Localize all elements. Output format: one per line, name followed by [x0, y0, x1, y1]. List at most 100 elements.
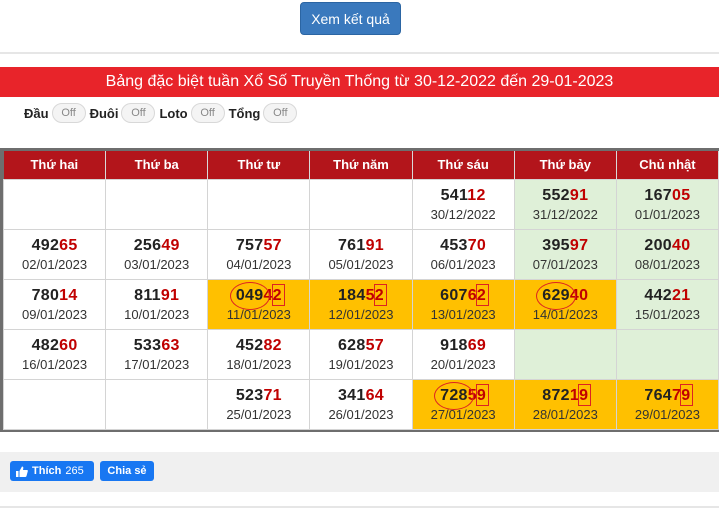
bottom-divider — [0, 506, 719, 508]
result-date: 04/01/2023 — [226, 257, 292, 272]
number-tail: 62 — [467, 287, 487, 304]
result-number: 81191 — [106, 286, 207, 306]
result-cell: 48260 16/01/2023 — [2, 328, 107, 380]
number-wrap: 53363 — [134, 336, 180, 356]
number-tail: 49 — [161, 237, 180, 254]
number-head: 523 — [235, 387, 264, 404]
share-button[interactable]: Chia sẻ — [100, 461, 154, 481]
header-tuesday: Thứ ba — [105, 151, 209, 179]
number-tail: 59 — [467, 387, 487, 404]
result-cell: 75757 04/01/2023 — [207, 228, 311, 280]
thumbs-up-icon — [16, 466, 28, 477]
number-wrap: 52371 — [236, 386, 282, 406]
number-tail: 70 — [467, 237, 487, 254]
header-sunday: Chủ nhật — [616, 151, 719, 179]
result-cell: 81191 10/01/2023 — [105, 278, 209, 330]
result-cell — [105, 378, 209, 430]
result-date: 15/01/2023 — [634, 307, 700, 322]
result-date: 12/01/2023 — [328, 307, 394, 322]
toggle-label-duoi: Đuôi — [89, 105, 119, 121]
result-number: 76479 — [617, 384, 718, 406]
number-head: 811 — [134, 287, 161, 304]
result-number: 48260 — [4, 336, 105, 356]
result-date: 16/01/2023 — [22, 357, 88, 372]
number-head: 452 — [235, 337, 264, 354]
result-number: 16705 — [617, 186, 718, 206]
result-cell: 44221 15/01/2023 — [615, 278, 719, 330]
result-date: 14/01/2023 — [532, 307, 598, 322]
toggle-tong[interactable]: Off — [263, 103, 298, 123]
result-number: 91869 — [413, 336, 514, 356]
table-header-row: Thứ hai Thứ ba Thứ tư Thứ năm Thứ sáu Th… — [3, 151, 719, 179]
number-head: 184 — [337, 287, 366, 304]
toggle-duoi[interactable]: Off — [121, 103, 156, 123]
toggle-label-loto: Loto — [159, 105, 188, 121]
number-head: 628 — [337, 337, 366, 354]
number-tail: 42 — [263, 287, 282, 304]
result-cell: 76191 05/01/2023 — [309, 228, 413, 280]
header-wednesday: Thứ tư — [207, 151, 311, 179]
number-tail: 12 — [467, 187, 486, 204]
number-head: 533 — [133, 337, 162, 354]
number-tail: 91 — [569, 187, 589, 204]
result-cell: 49265 02/01/2023 — [2, 228, 107, 280]
result-number: 45282 — [208, 336, 309, 356]
result-number: 60762 — [413, 284, 514, 306]
results-table: Thứ hai Thứ ba Thứ tư Thứ năm Thứ sáu Th… — [2, 151, 719, 430]
result-cell — [309, 178, 413, 230]
number-head: 167 — [644, 187, 673, 204]
result-number: 55291 — [515, 186, 616, 206]
number-tail: 21 — [672, 287, 691, 304]
result-cell: 45282 18/01/2023 — [207, 328, 311, 380]
number-head: 761 — [337, 237, 366, 254]
table-title: Bảng đặc biệt tuần Xổ Số Truyền Thống từ… — [105, 73, 614, 90]
result-number: 76191 — [310, 236, 411, 256]
result-cell — [207, 178, 311, 230]
toggle-dau[interactable]: Off — [51, 103, 86, 123]
result-date: 08/01/2023 — [634, 257, 700, 272]
number-wrap: 44221 — [644, 286, 690, 306]
number-wrap: 72859 — [434, 382, 490, 410]
result-date: 20/01/2023 — [430, 357, 496, 372]
result-cell: 18452 12/01/2023 — [309, 278, 413, 330]
number-wrap: 18452 — [337, 284, 387, 306]
number-wrap: 16705 — [644, 186, 690, 206]
result-cell: 72859 27/01/2023 — [411, 378, 515, 430]
result-cell: 34164 26/01/2023 — [309, 378, 413, 430]
result-date: 26/01/2023 — [328, 407, 394, 422]
result-date: 29/01/2023 — [634, 407, 700, 422]
number-head: 492 — [31, 237, 60, 254]
result-number: 75757 — [208, 236, 309, 256]
number-tail: 60 — [59, 337, 78, 354]
number-tail: 57 — [263, 237, 282, 254]
toggle-loto[interactable]: Off — [190, 103, 225, 123]
number-wrap: 45370 — [440, 236, 486, 256]
result-number: 25649 — [106, 236, 207, 256]
number-tail: 05 — [672, 187, 691, 204]
number-head: 395 — [542, 237, 570, 254]
result-number: 44221 — [617, 286, 718, 306]
result-number: 72859 — [413, 382, 514, 410]
number-head: 200 — [644, 237, 673, 254]
result-date: 01/01/2023 — [634, 207, 700, 222]
number-wrap: 54112 — [441, 186, 486, 206]
number-tail: 40 — [569, 287, 589, 304]
number-head: 918 — [440, 337, 468, 354]
view-results-button[interactable]: Xem kết quả — [300, 2, 401, 35]
number-tail: 82 — [263, 337, 282, 354]
number-wrap: 60762 — [440, 284, 490, 306]
result-cell: 78014 09/01/2023 — [2, 278, 107, 330]
result-cell: 62857 19/01/2023 — [309, 328, 413, 380]
results-table-wrapper: Thứ hai Thứ ba Thứ tư Thứ năm Thứ sáu Th… — [0, 148, 719, 432]
number-head: 049 — [235, 287, 264, 304]
result-number: 20040 — [617, 236, 718, 256]
number-wrap: 39597 — [542, 236, 588, 256]
number-head: 872 — [542, 387, 570, 404]
result-cell — [2, 178, 107, 230]
number-wrap: 62940 — [536, 282, 589, 310]
result-date: 28/01/2023 — [532, 407, 598, 422]
toggle-label-tong: Tổng — [228, 105, 261, 121]
header-thursday: Thứ năm — [309, 151, 413, 179]
facebook-like-button[interactable]: Thích 265 — [10, 461, 94, 481]
result-date: 10/01/2023 — [124, 307, 190, 322]
